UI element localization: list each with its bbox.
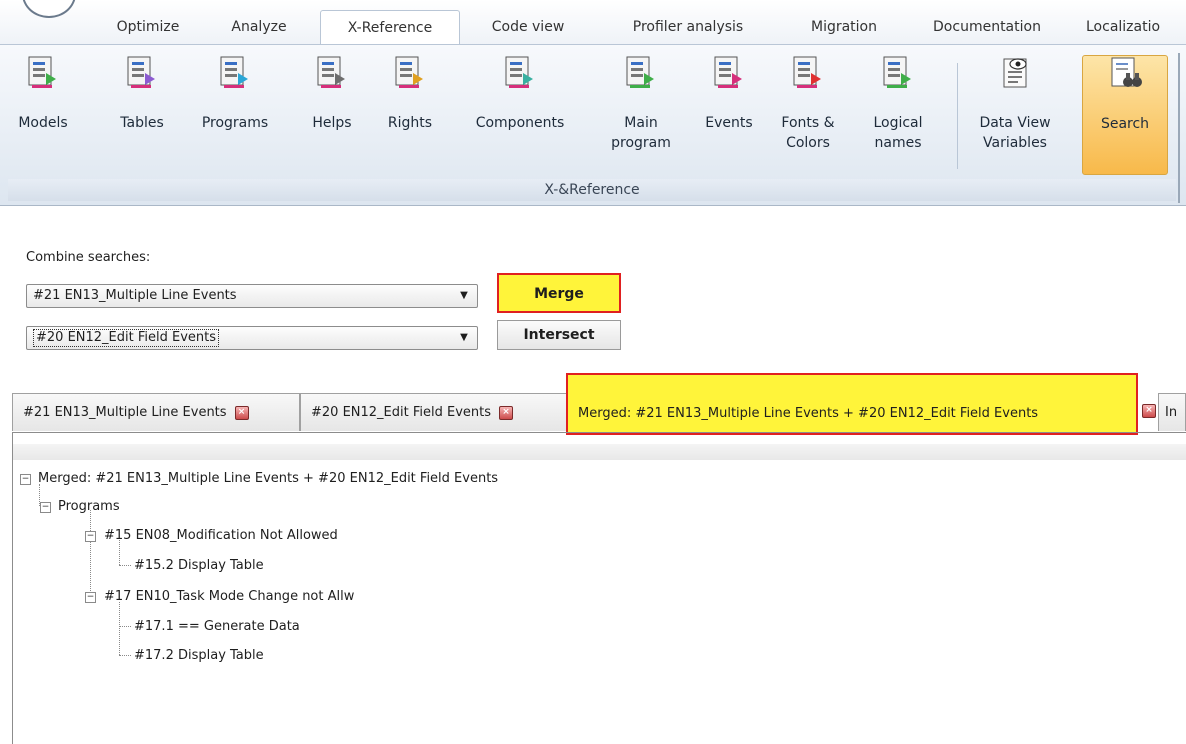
tab-merged-search[interactable]: Merged: #21 EN13_Multiple Line Events + … <box>566 373 1138 435</box>
fonts-colors-button[interactable]: Fonts & Colors <box>776 55 840 175</box>
rights-button[interactable]: Rights <box>380 55 440 175</box>
search-result-tabs: #21 EN13_Multiple Line Events × #20 EN12_… <box>12 373 1186 435</box>
intersect-button[interactable]: Intersect <box>497 320 621 350</box>
tables-label: Tables <box>120 115 164 131</box>
tab-profiler-analysis[interactable]: Profiler analysis <box>606 10 770 44</box>
events-button[interactable]: Events <box>698 55 760 175</box>
tree-node-root[interactable]: Merged: #21 EN13_Multiple Line Events + … <box>38 469 498 489</box>
first-search-combo[interactable]: #21 EN13_Multiple Line Events ▼ <box>26 284 478 308</box>
logical-names-label: Logical names <box>873 115 923 151</box>
components-button[interactable]: Components <box>458 55 582 175</box>
tables-button[interactable]: Tables <box>112 55 172 175</box>
models-label: Models <box>18 115 68 131</box>
ribbon-group-x-reference: Models Tables Programs Helps Rights Comp… <box>8 51 1176 201</box>
document-list-icon <box>220 56 248 88</box>
logical-names-button[interactable]: Logical names <box>860 55 936 175</box>
helps-button[interactable]: Helps <box>306 55 358 175</box>
close-tab-icon[interactable]: × <box>1142 404 1156 418</box>
tree-node-task-17-1[interactable]: #17.1 == Generate Data <box>134 617 300 637</box>
tab-label: Merged: #21 EN13_Multiple Line Events + … <box>578 406 1039 421</box>
models-button[interactable]: Models <box>12 55 74 175</box>
data-view-variables-label: Data View Variables <box>979 115 1051 151</box>
second-search-combo[interactable]: #20 EN12_Edit Field Events ▼ <box>26 326 478 350</box>
second-search-value: #20 EN12_Edit Field Events <box>33 329 220 347</box>
fonts-colors-label: Fonts & Colors <box>781 115 835 151</box>
tree-connector <box>119 602 120 655</box>
tab-code-view[interactable]: Code view <box>472 10 584 44</box>
tab-optimize[interactable]: Optimize <box>104 10 192 44</box>
close-tab-icon[interactable]: × <box>234 405 249 420</box>
rights-label: Rights <box>387 115 433 131</box>
search-label: Search <box>1100 116 1150 132</box>
ribbon-edge <box>1178 53 1180 203</box>
merge-label: Merge <box>534 286 584 302</box>
tab-documentation[interactable]: Documentation <box>912 10 1062 44</box>
tree-collapse-icon[interactable]: − <box>85 531 96 542</box>
tree-collapse-icon[interactable]: − <box>85 592 96 603</box>
app-orb-icon[interactable] <box>22 0 76 18</box>
tree-node-program-15[interactable]: #15 EN08_Modification Not Allowed <box>104 526 338 546</box>
tree-connector <box>90 510 91 595</box>
binoculars-search-icon <box>1111 57 1142 87</box>
tab-label: In <box>1165 405 1178 420</box>
tab-search-20[interactable]: #20 EN12_Edit Field Events × <box>300 393 568 431</box>
document-list-icon <box>505 56 533 88</box>
programs-button[interactable]: Programs <box>196 55 274 175</box>
intersect-label: Intersect <box>523 327 595 343</box>
helps-label: Helps <box>312 115 352 131</box>
result-panel-header <box>13 444 1186 460</box>
components-label: Components <box>475 115 565 131</box>
tab-label: #21 EN13_Multiple Line Events <box>23 405 227 420</box>
ribbon-tab-bar: Optimize Analyze X-Reference Code view P… <box>0 0 1186 47</box>
tab-migration[interactable]: Migration <box>790 10 898 44</box>
tree-connector <box>119 565 131 566</box>
document-eye-icon <box>1003 58 1027 88</box>
close-tab-icon[interactable]: × <box>499 405 514 420</box>
ribbon-separator <box>957 63 958 169</box>
tree-node-programs[interactable]: Programs <box>58 497 120 517</box>
ribbon-group-label: X-&Reference <box>8 179 1176 201</box>
tree-node-task-15-2[interactable]: #15.2 Display Table <box>134 556 264 576</box>
events-label: Events <box>705 115 753 131</box>
tree-node-task-17-2[interactable]: #17.2 Display Table <box>134 646 264 666</box>
tab-partial[interactable]: In <box>1158 393 1186 431</box>
main-program-button[interactable]: Main program <box>598 55 684 175</box>
tree-collapse-icon[interactable]: − <box>20 474 31 485</box>
document-list-icon <box>626 56 654 88</box>
programs-label: Programs <box>201 115 269 131</box>
tree-connector <box>119 626 131 627</box>
document-list-icon <box>714 56 742 88</box>
tree-connector <box>119 655 131 656</box>
document-list-icon <box>395 56 423 88</box>
ribbon-panel: Models Tables Programs Helps Rights Comp… <box>0 44 1186 206</box>
document-list-icon <box>793 56 821 88</box>
combine-searches-label: Combine searches: <box>26 250 151 265</box>
data-view-variables-button[interactable]: Data View Variables <box>970 55 1060 175</box>
tab-x-reference[interactable]: X-Reference <box>320 10 460 47</box>
document-list-icon <box>28 56 56 88</box>
tab-search-21[interactable]: #21 EN13_Multiple Line Events × <box>12 393 300 431</box>
tree-node-program-17[interactable]: #17 EN10_Task Mode Change not Allw <box>104 587 354 607</box>
tab-localization[interactable]: Localizatio <box>1086 10 1186 44</box>
tab-label: #20 EN12_Edit Field Events <box>311 405 492 420</box>
chevron-down-icon[interactable]: ▼ <box>455 327 473 349</box>
first-search-value: #21 EN13_Multiple Line Events <box>33 288 237 303</box>
document-list-icon <box>883 56 911 88</box>
document-list-icon <box>127 56 155 88</box>
merge-button[interactable]: Merge <box>497 273 621 313</box>
main-program-label: Main program <box>611 115 671 151</box>
document-list-icon <box>317 56 345 88</box>
tab-analyze[interactable]: Analyze <box>214 10 304 44</box>
tree-collapse-icon[interactable]: − <box>40 502 51 513</box>
search-button[interactable]: Search <box>1082 55 1168 175</box>
chevron-down-icon[interactable]: ▼ <box>455 285 473 307</box>
